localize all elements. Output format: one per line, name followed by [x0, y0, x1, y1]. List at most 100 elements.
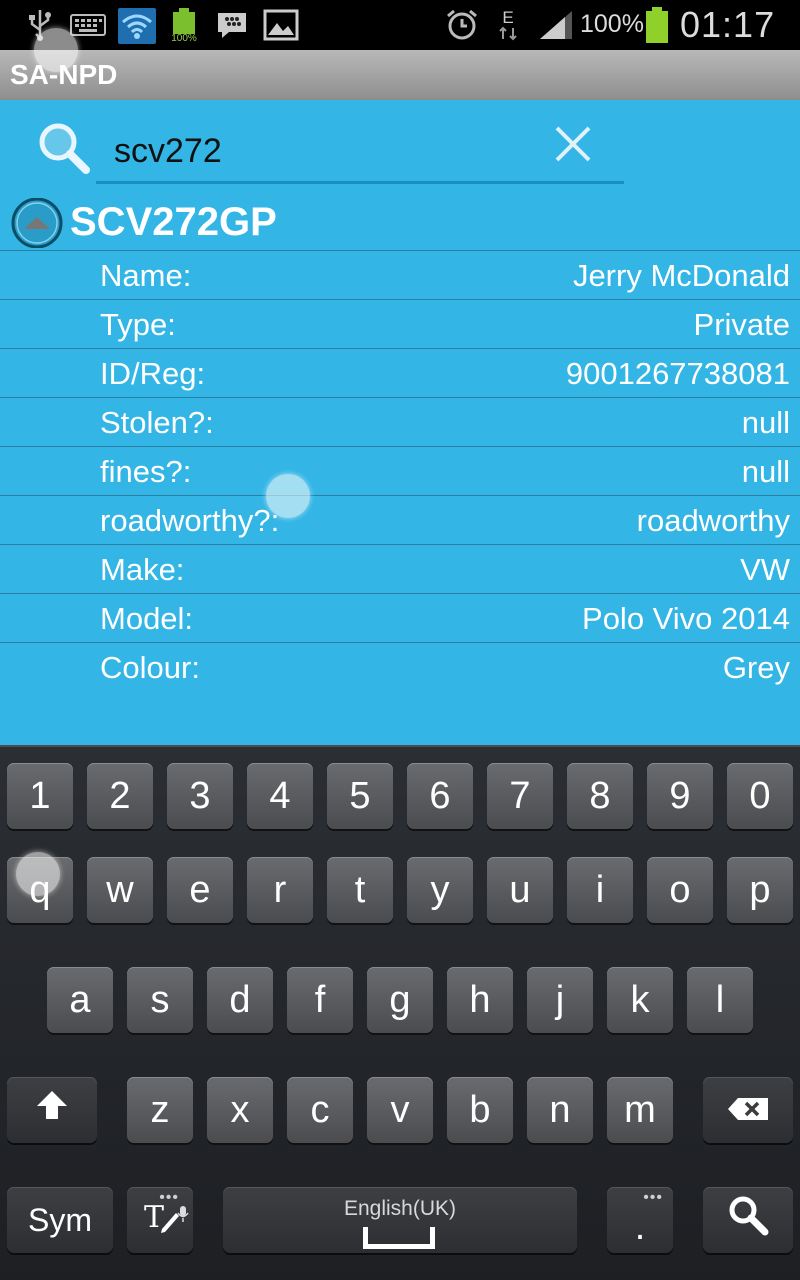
key-j[interactable]: j	[527, 967, 593, 1033]
detail-label: ID/Reg:	[100, 356, 206, 391]
space-icon	[363, 1227, 435, 1249]
main-content: SCV272GP Name: Jerry McDonald Type: Priv…	[0, 100, 800, 745]
detail-label: Stolen?:	[100, 405, 214, 440]
detail-row-colour: Colour: Grey	[0, 642, 800, 691]
touch-indicator	[16, 852, 60, 896]
key-4[interactable]: 4	[247, 763, 313, 829]
key-l[interactable]: l	[687, 967, 753, 1033]
network-type-icon: E	[496, 8, 520, 42]
keyboard-icon	[70, 8, 106, 42]
input-method-key[interactable]: ••• T	[127, 1187, 193, 1253]
key-7[interactable]: 7	[487, 763, 553, 829]
clear-search-icon[interactable]	[552, 122, 594, 166]
detail-value: Jerry McDonald	[572, 258, 790, 293]
key-5[interactable]: 5	[327, 763, 393, 829]
collapse-icon[interactable]	[10, 197, 64, 249]
space-key[interactable]: English(UK)	[223, 1187, 577, 1253]
detail-row-model: Model: Polo Vivo 2014	[0, 593, 800, 642]
wifi-icon	[118, 8, 156, 44]
detail-value: Polo Vivo 2014	[582, 601, 790, 636]
key-p[interactable]: p	[727, 857, 793, 923]
key-z[interactable]: z	[127, 1077, 193, 1143]
detail-row-stolen: Stolen?: null	[0, 397, 800, 446]
detail-value: roadworthy	[636, 503, 790, 538]
key-h[interactable]: h	[447, 967, 513, 1033]
more-dots-icon: •••	[643, 1189, 663, 1206]
battery-percent: 100%	[580, 10, 644, 38]
clock: 01:17	[680, 4, 776, 45]
detail-row-make: Make: VW	[0, 544, 800, 593]
key-6[interactable]: 6	[407, 763, 473, 829]
search-input[interactable]	[96, 122, 624, 184]
detail-label: Model:	[100, 601, 194, 636]
key-1[interactable]: 1	[7, 763, 73, 829]
mic-icon	[177, 1189, 189, 1232]
key-e[interactable]: e	[167, 857, 233, 923]
detail-row-name: Name: Jerry McDonald	[0, 250, 800, 299]
keyboard-language-label: English(UK)	[343, 1197, 457, 1220]
key-2[interactable]: 2	[87, 763, 153, 829]
detail-row-type: Type: Private	[0, 299, 800, 348]
key-i[interactable]: i	[567, 857, 633, 923]
key-o[interactable]: o	[647, 857, 713, 923]
battery-full-icon: 100%	[168, 8, 200, 42]
key-x[interactable]: x	[207, 1077, 273, 1143]
detail-value: null	[741, 454, 790, 489]
signal-strength-icon	[536, 8, 576, 42]
key-t[interactable]: t	[327, 857, 393, 923]
detail-value: Private	[693, 307, 790, 342]
key-8[interactable]: 8	[567, 763, 633, 829]
detail-value: null	[741, 405, 790, 440]
battery-icon	[644, 7, 670, 43]
touch-indicator	[34, 28, 78, 72]
detail-row-fines: fines?: null	[0, 446, 800, 495]
detail-label: Colour:	[100, 650, 200, 685]
svg-text:E: E	[502, 8, 513, 27]
svg-text:100%: 100%	[171, 33, 197, 42]
detail-label: roadworthy?:	[100, 503, 280, 538]
detail-row-roadworthy: roadworthy?: roadworthy	[0, 495, 800, 544]
key-c[interactable]: c	[287, 1077, 353, 1143]
sym-key[interactable]: Sym	[7, 1187, 113, 1253]
key-s[interactable]: s	[127, 967, 193, 1033]
key-0[interactable]: 0	[727, 763, 793, 829]
key-f[interactable]: f	[287, 967, 353, 1033]
detail-label: Type:	[100, 307, 176, 342]
key-u[interactable]: u	[487, 857, 553, 923]
key-9[interactable]: 9	[647, 763, 713, 829]
plate-number: SCV272GP	[70, 200, 277, 244]
detail-label: Make:	[100, 552, 185, 587]
key-3[interactable]: 3	[167, 763, 233, 829]
soft-keyboard: 1 2 3 4 5 6 7 8 9 0 q w e r t y u i o p …	[0, 745, 800, 1280]
period-key[interactable]: ••• .	[607, 1187, 673, 1253]
key-d[interactable]: d	[207, 967, 273, 1033]
detail-value: Grey	[722, 650, 790, 685]
detail-label: fines?:	[100, 454, 192, 489]
key-m[interactable]: m	[607, 1077, 673, 1143]
vehicle-details: Name: Jerry McDonald Type: Private ID/Re…	[0, 250, 800, 691]
key-a[interactable]: a	[47, 967, 113, 1033]
key-k[interactable]: k	[607, 967, 673, 1033]
image-icon	[262, 8, 300, 42]
backspace-icon	[726, 1089, 770, 1132]
backspace-key[interactable]	[703, 1077, 793, 1143]
search-icon	[34, 118, 94, 178]
alarm-icon	[444, 8, 480, 42]
shift-key[interactable]	[7, 1077, 97, 1143]
detail-value: VW	[740, 552, 790, 587]
key-n[interactable]: n	[527, 1077, 593, 1143]
search-bar	[0, 100, 800, 190]
result-group-header[interactable]: SCV272GP	[0, 196, 800, 250]
key-b[interactable]: b	[447, 1077, 513, 1143]
title-bar: SA-NPD	[0, 50, 800, 100]
shift-icon	[35, 1088, 69, 1132]
detail-label: Name:	[100, 258, 192, 293]
key-v[interactable]: v	[367, 1077, 433, 1143]
key-w[interactable]: w	[87, 857, 153, 923]
search-key[interactable]	[703, 1187, 793, 1253]
detail-value: 9001267738081	[565, 356, 790, 391]
key-r[interactable]: r	[247, 857, 313, 923]
detail-row-id-reg: ID/Reg: 9001267738081	[0, 348, 800, 397]
key-y[interactable]: y	[407, 857, 473, 923]
key-g[interactable]: g	[367, 967, 433, 1033]
